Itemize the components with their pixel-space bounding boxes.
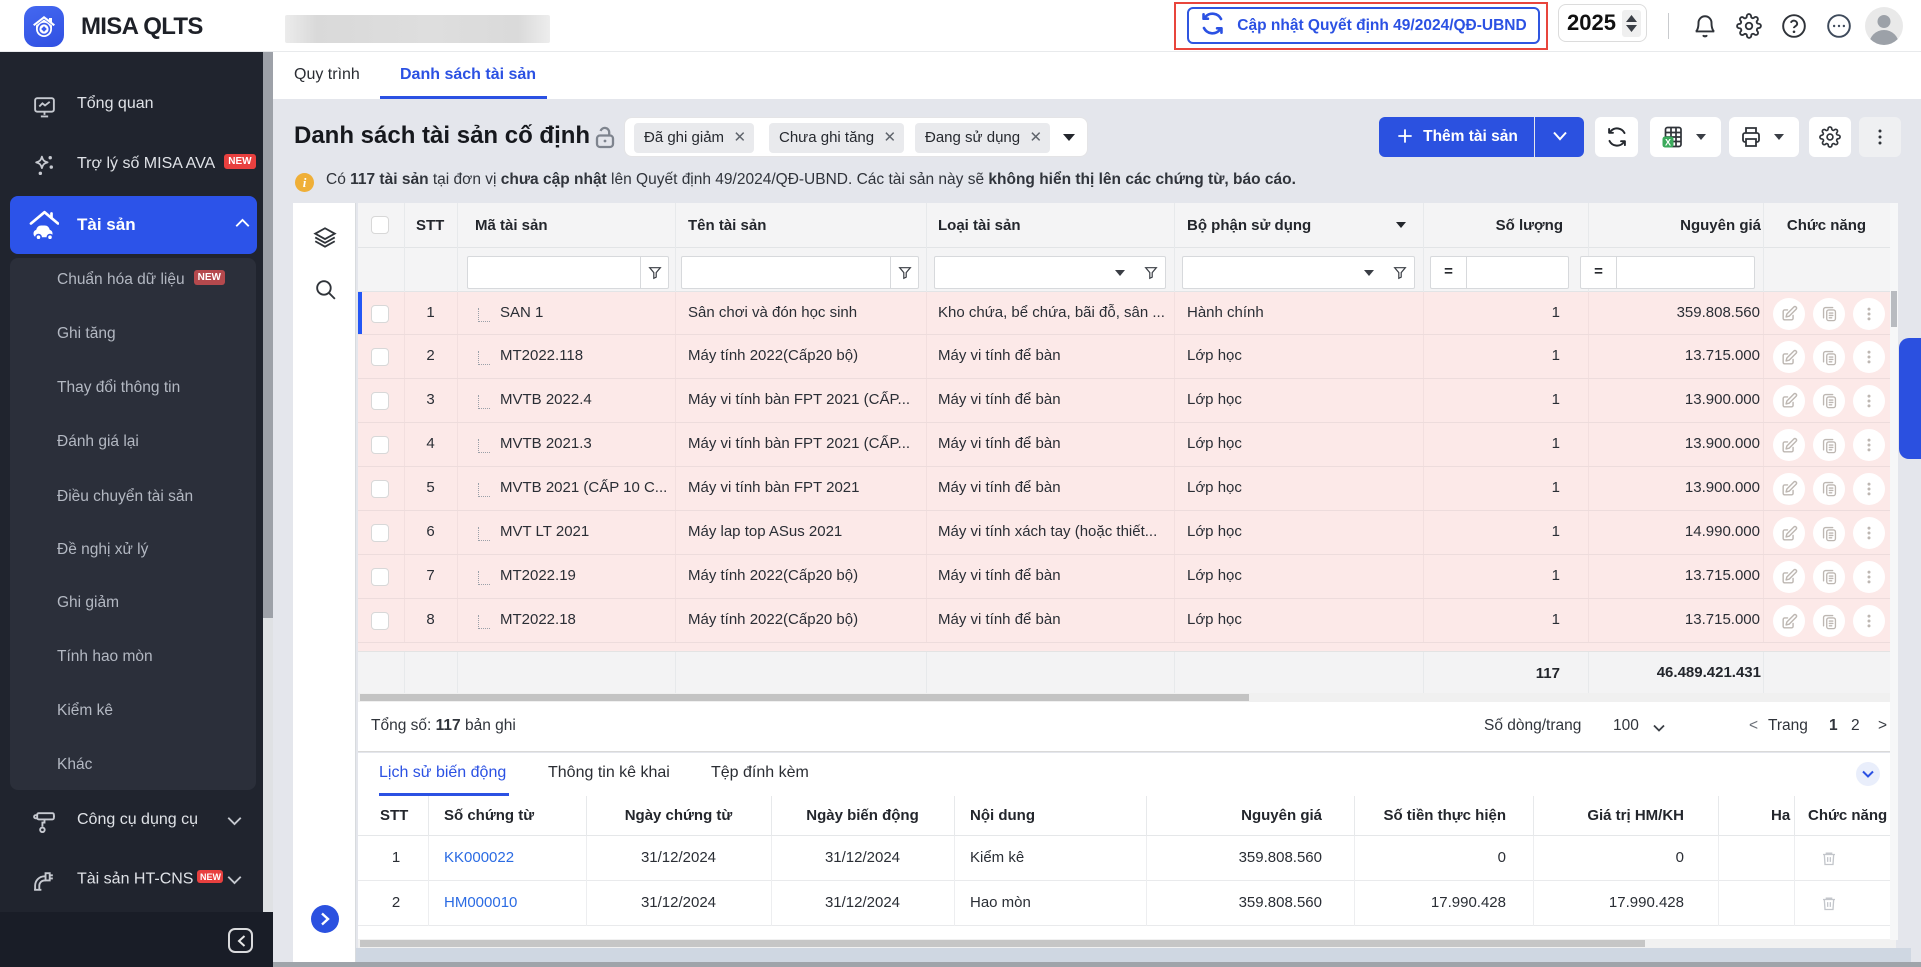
svg-text:X: X bbox=[1665, 137, 1671, 147]
